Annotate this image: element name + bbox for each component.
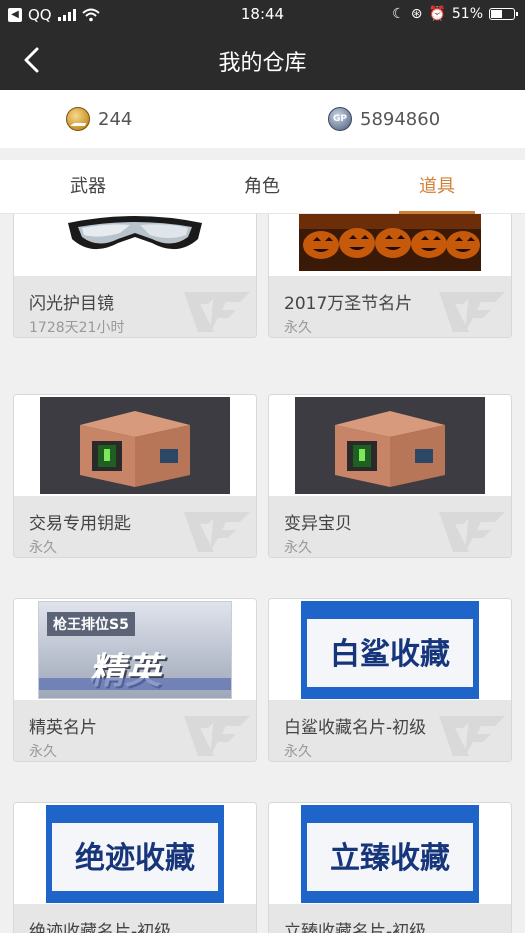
goggles-image <box>68 215 202 249</box>
battery-percent: 51% <box>451 6 483 22</box>
item-card[interactable]: 变异宝贝 永久 <box>268 394 512 558</box>
cf-watermark-icon <box>184 292 250 332</box>
battery-icon <box>489 8 518 20</box>
tab-weapons[interactable]: 武器 <box>28 160 148 214</box>
item-name: 变异宝贝 <box>284 514 352 534</box>
item-info: 绝迹收藏名片-初级 <box>14 904 256 933</box>
item-image <box>269 395 511 496</box>
alarm-icon: ⏰ <box>428 6 446 22</box>
item-card[interactable]: 枪王排位S5 精英 精英名片 永久 <box>13 598 257 762</box>
item-image <box>269 214 511 276</box>
item-duration: 永久 <box>29 540 57 556</box>
item-name: 交易专用钥匙 <box>29 514 131 534</box>
item-info: 变异宝贝 永久 <box>269 496 511 557</box>
item-name: 立臻收藏名片-初级 <box>284 922 427 933</box>
currency-bar: 244 GP 5894860 <box>0 90 525 148</box>
item-duration: 永久 <box>284 540 312 556</box>
collection-card-text: 绝迹收藏 <box>75 840 195 876</box>
item-name: 精英名片 <box>29 718 97 738</box>
item-image: 绝迹收藏 <box>14 803 256 904</box>
item-card[interactable]: 交易专用钥匙 永久 <box>13 394 257 558</box>
item-name: 2017万圣节名片 <box>284 294 413 314</box>
cf-watermark-icon <box>184 512 250 552</box>
status-bar: ◀ QQ 18:44 ☾ ⊛ ⏰ 51% <box>0 0 525 30</box>
collection-card-image: 立臻收藏 <box>301 804 479 903</box>
coin-amount: 244 <box>98 108 133 130</box>
item-image: 枪王排位S5 精英 <box>14 599 256 700</box>
item-image <box>14 214 256 276</box>
tab-characters[interactable]: 角色 <box>202 160 322 214</box>
cf-watermark-icon <box>439 292 505 332</box>
item-image <box>14 395 256 496</box>
item-duration: 永久 <box>29 744 57 760</box>
moon-icon: ☾ <box>392 6 405 22</box>
item-card[interactable]: 立臻收藏 立臻收藏名片-初级 <box>268 802 512 933</box>
item-duration: 永久 <box>284 320 312 336</box>
category-tabs: 武器 角色 道具 <box>0 160 525 214</box>
item-card[interactable]: 绝迹收藏 绝迹收藏名片-初级 <box>13 802 257 933</box>
item-info: 精英名片 永久 <box>14 700 256 761</box>
item-card[interactable]: 闪光护目镜 1728天21小时 <box>13 214 257 338</box>
item-info: 闪光护目镜 1728天21小时 <box>14 276 256 337</box>
collection-card-image: 绝迹收藏 <box>46 804 224 903</box>
item-name: 绝迹收藏名片-初级 <box>29 922 172 933</box>
cf-watermark-icon <box>439 716 505 756</box>
crate-image <box>40 397 230 494</box>
page-title: 我的仓库 <box>218 51 307 76</box>
gp-balance: GP 5894860 <box>328 107 440 131</box>
cf-watermark-icon <box>439 512 505 552</box>
collection-card-text: 白鲨收藏 <box>330 636 450 672</box>
item-info: 交易专用钥匙 永久 <box>14 496 256 557</box>
item-image: 白鲨收藏 <box>269 599 511 700</box>
orientation-lock-icon: ⊛ <box>410 6 423 22</box>
gp-icon: GP <box>328 107 352 131</box>
item-name: 闪光护目镜 <box>29 294 114 314</box>
status-right: ☾ ⊛ ⏰ 51% <box>392 6 518 22</box>
collection-card-text: 立臻收藏 <box>330 840 450 876</box>
item-info: 立臻收藏名片-初级 <box>269 904 511 933</box>
item-card[interactable]: 2017万圣节名片 永久 <box>268 214 512 338</box>
gp-amount: 5894860 <box>360 108 441 130</box>
nav-bar: 我的仓库 <box>0 30 525 90</box>
crate-image <box>295 397 485 494</box>
elite-card-image: 枪王排位S5 精英 <box>38 600 232 699</box>
item-image: 立臻收藏 <box>269 803 511 904</box>
item-name: 白鲨收藏名片-初级 <box>284 718 427 738</box>
cf-watermark-icon <box>184 716 250 756</box>
tab-items[interactable]: 道具 <box>377 160 497 214</box>
coin-balance: 244 <box>66 107 132 131</box>
item-duration: 永久 <box>284 744 312 760</box>
coin-icon <box>66 107 90 131</box>
item-card[interactable]: 白鲨收藏 白鲨收藏名片-初级 永久 <box>268 598 512 762</box>
item-info: 白鲨收藏名片-初级 永久 <box>269 700 511 761</box>
item-grid: 闪光护目镜 1728天21小时 2017万圣节名片 永久 交易专用钥匙 永久 变… <box>0 214 525 933</box>
pumpkins-image <box>299 214 481 271</box>
collection-card-image: 白鲨收藏 <box>301 600 479 699</box>
item-info: 2017万圣节名片 永久 <box>269 276 511 337</box>
item-duration: 1728天21小时 <box>29 320 125 336</box>
elite-card-top-text: 枪王排位S5 <box>47 611 135 636</box>
